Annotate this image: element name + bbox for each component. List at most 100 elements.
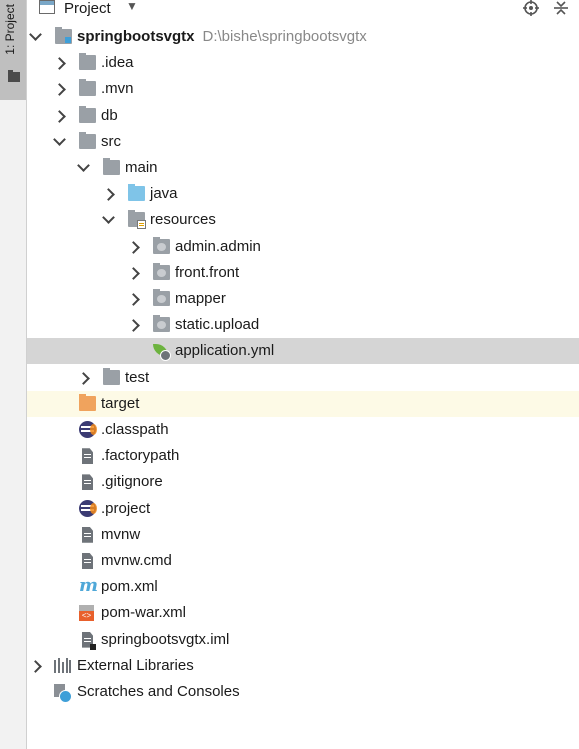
package-folder-icon bbox=[153, 236, 170, 254]
tree-item-label: springbootsvgtx D:\bishe\springbootsvgtx bbox=[77, 28, 367, 45]
tree-row[interactable]: .idea bbox=[27, 50, 579, 76]
package-folder-icon bbox=[153, 315, 170, 333]
chevron-right-icon[interactable] bbox=[127, 293, 140, 306]
spring-config-icon bbox=[153, 343, 171, 362]
tree-row[interactable]: src bbox=[27, 129, 579, 155]
excluded-folder-icon bbox=[79, 393, 96, 411]
tree-row[interactable]: pom-war.xml bbox=[27, 600, 579, 626]
source-folder-icon bbox=[128, 184, 145, 202]
libraries-icon bbox=[54, 657, 71, 673]
chevron-down-icon[interactable] bbox=[77, 159, 90, 172]
tree-row[interactable]: mvnw.cmd bbox=[27, 548, 579, 574]
chevron-right-icon[interactable] bbox=[77, 371, 90, 385]
chevron-down-icon[interactable] bbox=[102, 211, 115, 225]
tree-item-label: test bbox=[125, 368, 150, 386]
project-tab-label: 1: Project bbox=[3, 4, 17, 55]
tree-item-label: .project bbox=[101, 499, 151, 517]
folder-icon bbox=[79, 105, 96, 123]
tree-item-label: springbootsvgtx.iml bbox=[101, 630, 230, 648]
tree-row[interactable]: mapper bbox=[27, 286, 579, 312]
tree-item-label: static.upload bbox=[175, 316, 260, 334]
tree-item-label: pom.xml bbox=[101, 578, 158, 596]
text-file-icon bbox=[82, 448, 93, 464]
tree-row[interactable]: test bbox=[27, 365, 579, 391]
tree-item-label: pom-war.xml bbox=[101, 604, 187, 622]
text-file-icon bbox=[82, 474, 93, 490]
tree-item-label: .mvn bbox=[101, 80, 134, 98]
tree-row[interactable]: .gitignore bbox=[27, 469, 579, 495]
tree-row[interactable]: java bbox=[27, 181, 579, 207]
window-icon bbox=[39, 0, 55, 14]
project-folder-icon bbox=[8, 70, 20, 82]
project-path: D:\bishe\springbootsvgtx bbox=[202, 28, 367, 45]
tree-row[interactable]: target bbox=[27, 390, 579, 417]
tree-item-label: .gitignore bbox=[101, 473, 163, 491]
tree-item-label: External Libraries bbox=[77, 656, 194, 674]
tree-row[interactable]: .factorypath bbox=[27, 443, 579, 469]
tree-row[interactable]: application.yml bbox=[27, 338, 579, 365]
tool-window-sidebar: 1: Project bbox=[0, 0, 27, 749]
xml-file-icon bbox=[79, 605, 94, 622]
package-folder-icon bbox=[153, 262, 170, 280]
view-title[interactable]: Project bbox=[64, 0, 111, 17]
chevron-right-icon[interactable] bbox=[127, 266, 140, 280]
eclipse-icon bbox=[79, 421, 97, 438]
package-folder-icon bbox=[153, 289, 170, 306]
locate-target-icon[interactable] bbox=[523, 0, 539, 16]
tree-row[interactable]: .mvn bbox=[27, 76, 579, 102]
tree-row[interactable]: .classpath bbox=[27, 417, 579, 443]
maven-icon: m bbox=[79, 575, 99, 597]
text-file-icon bbox=[82, 527, 93, 543]
resources-folder-icon bbox=[128, 210, 146, 230]
folder-icon bbox=[79, 131, 96, 149]
tree-item-label: target bbox=[101, 394, 140, 412]
tree-item-label: db bbox=[101, 106, 118, 124]
tree-item-label: .idea bbox=[101, 54, 134, 72]
tree-item-label: front.front bbox=[175, 263, 240, 281]
tree-row[interactable]: db bbox=[27, 103, 579, 129]
tree-row[interactable]: Scratches and Consoles bbox=[27, 679, 579, 705]
tree-row[interactable]: External Libraries bbox=[27, 653, 579, 679]
project-toolbar: Project ▼ bbox=[27, 0, 579, 20]
chevron-right-icon[interactable] bbox=[127, 240, 140, 254]
chevron-right-icon[interactable] bbox=[53, 83, 66, 97]
scratches-icon bbox=[54, 684, 72, 703]
tree-item-label: .factorypath bbox=[101, 447, 180, 465]
text-file-icon bbox=[82, 553, 93, 569]
tree-row[interactable]: springbootsvgtx D:\bishe\springbootsvgtx bbox=[27, 24, 579, 50]
tree-row[interactable]: main bbox=[27, 155, 579, 181]
tree-row[interactable]: static.upload bbox=[27, 312, 579, 338]
tree-row[interactable]: springbootsvgtx.iml bbox=[27, 627, 579, 653]
tree-row[interactable]: front.front bbox=[27, 260, 579, 286]
tree-item-label: mvnw.cmd bbox=[101, 552, 172, 569]
tree-row[interactable]: m pom.xml bbox=[27, 574, 579, 600]
tree-row[interactable]: resources bbox=[27, 207, 579, 233]
tree-item-label: mapper bbox=[175, 290, 226, 307]
folder-icon bbox=[79, 79, 96, 97]
tree-item-label: Scratches and Consoles bbox=[77, 683, 240, 700]
chevron-down-icon[interactable]: ▼ bbox=[126, 0, 138, 13]
tree-item-label: main bbox=[125, 159, 158, 176]
collapse-all-icon[interactable] bbox=[553, 0, 569, 16]
tree-item-label: mvnw bbox=[101, 525, 141, 543]
folder-icon bbox=[103, 367, 120, 385]
eclipse-icon bbox=[79, 499, 97, 517]
tree-item-label: src bbox=[101, 132, 121, 150]
tree-row[interactable]: admin.admin bbox=[27, 234, 579, 260]
folder-icon bbox=[79, 53, 96, 71]
tree-item-label: application.yml bbox=[175, 342, 275, 360]
chevron-right-icon[interactable] bbox=[53, 57, 66, 71]
tree-item-label: java bbox=[150, 185, 178, 203]
chevron-down-icon[interactable] bbox=[29, 28, 42, 41]
tree-item-label: resources bbox=[150, 211, 216, 229]
chevron-right-icon[interactable] bbox=[53, 109, 66, 123]
project-tool-tab[interactable]: 1: Project bbox=[0, 0, 26, 100]
tree-row[interactable]: mvnw bbox=[27, 522, 579, 548]
folder-icon bbox=[103, 158, 120, 175]
chevron-down-icon[interactable] bbox=[53, 132, 66, 146]
chevron-right-icon[interactable] bbox=[127, 319, 140, 333]
chevron-right-icon[interactable] bbox=[102, 188, 115, 202]
tree-row[interactable]: .project bbox=[27, 496, 579, 522]
chevron-right-icon[interactable] bbox=[29, 659, 42, 673]
tree-item-label: admin.admin bbox=[175, 237, 261, 255]
